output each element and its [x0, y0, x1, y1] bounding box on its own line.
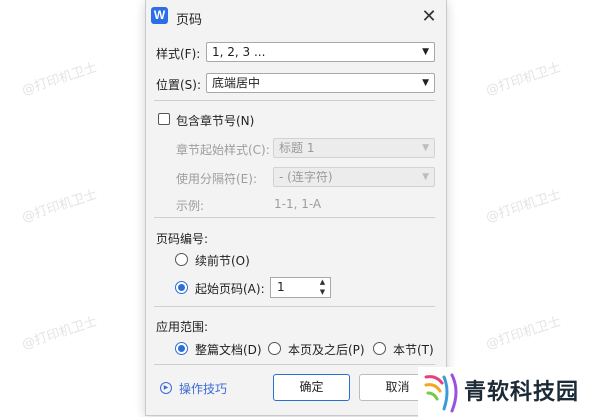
divider — [154, 306, 435, 307]
style-label: 样式(F): — [156, 47, 201, 61]
apply-this-page-after-label[interactable]: 本页及之后(P) — [288, 341, 365, 358]
chevron-down-icon: ▼ — [422, 78, 429, 88]
wps-writer-icon: W — [151, 7, 168, 24]
chevron-down-icon: ▼ — [422, 47, 429, 57]
watermark-text: @打印机卫士 — [20, 187, 100, 226]
chapter-style-label: 章节起始样式(C): — [176, 143, 270, 157]
divider — [154, 100, 435, 101]
divider — [154, 364, 435, 365]
style-select[interactable]: 1, 2, 3 ... ▼ — [206, 42, 435, 62]
watermark-text: @打印机卫士 — [484, 314, 564, 353]
example-label: 示例: — [176, 199, 205, 213]
position-select-value: 底端居中 — [212, 76, 261, 90]
chevron-down-icon: ▼ — [422, 143, 429, 153]
apply-this-section-radio[interactable] — [373, 342, 386, 355]
position-label: 位置(S): — [156, 78, 202, 92]
chapter-style-select[interactable]: 标题 1 ▼ — [273, 138, 435, 158]
apply-this-section-label[interactable]: 本节(T) — [393, 341, 434, 358]
separator-label: 使用分隔符(E): — [176, 172, 257, 186]
start-page-label[interactable]: 起始页码(A): — [195, 280, 265, 297]
watermark-text: @打印机卫士 — [484, 187, 564, 226]
spin-up-icon[interactable]: ▲ — [316, 278, 329, 287]
logo-text: 青软科技园 — [464, 380, 580, 405]
separator-value: - (连字符) — [279, 170, 333, 184]
continue-radio[interactable] — [175, 253, 188, 266]
chapter-style-value: 标题 1 — [279, 141, 315, 155]
position-select[interactable]: 底端居中 ▼ — [206, 73, 435, 93]
spin-down-icon[interactable]: ▼ — [316, 288, 329, 297]
apply-whole-document-label[interactable]: 整篇文档(D) — [195, 341, 262, 358]
apply-this-page-after-radio[interactable] — [268, 342, 281, 355]
page-number-dialog: W 页码 ✕ 样式(F): 1, 2, 3 ... ▼ 位置(S): 底端居中 … — [145, 0, 447, 416]
watermark-text: @打印机卫士 — [20, 60, 100, 99]
include-chapter-label[interactable]: 包含章节号(N) — [176, 112, 254, 129]
logo-icon — [424, 373, 458, 413]
example-value: 1-1, 1-A — [274, 197, 322, 211]
watermark-text: @打印机卫士 — [484, 60, 564, 99]
watermark-text: @打印机卫士 — [20, 314, 100, 353]
separator-select[interactable]: - (连字符) ▼ — [273, 167, 435, 187]
ok-button[interactable]: 确定 — [273, 374, 350, 401]
close-icon[interactable]: ✕ — [418, 6, 440, 28]
include-chapter-checkbox[interactable] — [158, 113, 170, 125]
style-select-value: 1, 2, 3 ... — [212, 45, 266, 59]
chevron-down-icon: ▼ — [422, 172, 429, 182]
start-page-stepper[interactable]: 1 ▲ ▼ — [270, 277, 331, 298]
divider — [154, 217, 435, 218]
numbering-heading: 页码编号: — [156, 232, 209, 246]
dialog-title: 页码 — [176, 13, 203, 28]
apply-whole-document-radio[interactable] — [175, 342, 188, 355]
title-bar: W 页码 ✕ — [146, 0, 446, 34]
start-page-value[interactable]: 1 — [277, 280, 285, 294]
tips-link[interactable]: 操作技巧 — [179, 380, 227, 397]
continue-label[interactable]: 续前节(O) — [195, 252, 250, 269]
start-page-radio[interactable] — [175, 281, 188, 294]
apply-heading: 应用范围: — [156, 320, 209, 334]
play-icon[interactable]: ▶ — [160, 382, 172, 394]
